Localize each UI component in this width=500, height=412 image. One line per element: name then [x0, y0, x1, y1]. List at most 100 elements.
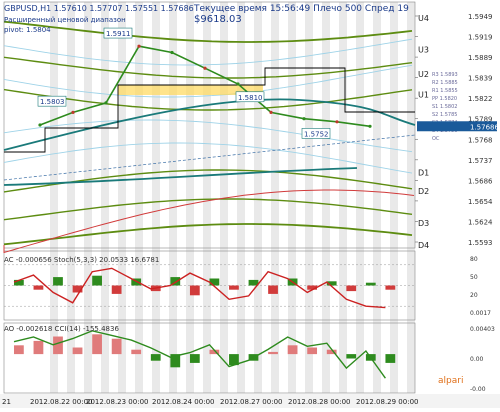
note-line-2: pivot: 1.5804	[4, 26, 51, 34]
annotation-label: 1.5803	[40, 98, 65, 106]
price-tick-label: 1.5822	[468, 95, 493, 103]
session-stripe	[356, 2, 364, 393]
price-tick-label: 1.5839	[468, 75, 493, 83]
pivot-label: OC	[432, 136, 440, 142]
ac-bar	[346, 285, 357, 292]
level-label: D1	[418, 168, 429, 177]
session-stripe	[407, 2, 415, 393]
session-stripe	[67, 2, 75, 393]
session-stripe	[288, 2, 296, 393]
ac-bar	[33, 285, 44, 290]
price-point	[236, 82, 240, 86]
ac-bar	[92, 275, 102, 286]
price-tick-label: 1.5593	[468, 239, 493, 247]
ao-bar	[268, 351, 278, 355]
ao-bar	[385, 354, 396, 363]
price-point	[137, 44, 141, 48]
ac-tick-label: 80	[470, 256, 478, 263]
x-tick-label: 2012.08.23 00:00	[86, 398, 148, 406]
ac-bar	[229, 285, 239, 290]
price-tick-label: 1.5949	[468, 13, 493, 21]
price-point	[203, 66, 207, 70]
session-stripe	[118, 2, 126, 393]
server-line: Текущее время 15:56:49 Плечо 500 Спред 1…	[193, 4, 409, 14]
chart-svg: 1.59491.59191.58891.58391.58221.57891.57…	[0, 0, 500, 408]
ao-tick-label: -0.00	[470, 386, 486, 393]
ao-bar	[53, 336, 63, 355]
level-label: U2	[418, 70, 429, 79]
level-label: U1	[418, 91, 429, 100]
price-tick-label: 1.5768	[468, 136, 493, 144]
x-axis: 21 2012.08.22 00:002012.08.23 00:00 2012.0…	[0, 394, 500, 408]
x-tick-label: 21	[2, 398, 11, 406]
pivot-label: R1 1.5855	[432, 88, 458, 94]
broker-logo: alpari	[438, 376, 463, 386]
price-tick-label: 1.5686	[468, 177, 493, 185]
pivot-label: S1 1.5802	[432, 104, 457, 110]
ao-bar	[189, 354, 200, 363]
pivot-label: PP 1.5820	[432, 96, 457, 102]
price-point	[269, 110, 273, 114]
level-label: D3	[418, 219, 429, 228]
ao-tick-label: 0.00	[470, 356, 484, 363]
ao-bar	[346, 354, 357, 359]
price-point	[368, 124, 372, 128]
price-point	[170, 50, 174, 55]
note-line-1: Расширенный ценовой диапазон	[4, 16, 126, 24]
ao-bar	[111, 338, 122, 355]
level-label: U4	[418, 14, 429, 23]
price-tick-label: 1.5919	[468, 34, 493, 42]
x-tick-label: 2012.08.22 00:00	[30, 398, 92, 406]
ao-bar	[14, 345, 24, 355]
session-stripe	[339, 2, 347, 393]
x-tick-label: 2012.08.28 00:00	[288, 398, 350, 406]
chart-window: 1.5949 1.5919 1.5889 1.5839 1.5822 1.5789 1.57…	[0, 0, 500, 408]
ao-tick-label: 0.00403	[470, 326, 495, 333]
ac-stoch-title: AC -0.000656 Stoch(5,3,3) 20.0533 16.678…	[4, 256, 159, 264]
ac-bar	[111, 285, 122, 294]
session-stripe	[169, 2, 177, 393]
ao-bar	[131, 349, 142, 355]
pivot-label: R3 1.5893	[432, 72, 458, 78]
ac-bar	[53, 277, 63, 286]
pivot-label: R2 1.5885	[432, 80, 458, 86]
ac-bar	[189, 285, 200, 296]
ac-bar	[268, 285, 278, 294]
annotation-label: 1.5810	[238, 94, 263, 102]
ao-bar	[72, 347, 83, 355]
ac-tick-label: 50	[470, 274, 478, 281]
annotation-label: 1.5911	[106, 30, 131, 38]
price-tick-label: 1.5624	[468, 218, 493, 226]
x-tick-label: 2012.08.29 00:00	[356, 398, 418, 406]
session-stripe	[390, 2, 398, 393]
x-tick-label: 2012.08.27 00:00	[220, 398, 282, 406]
ac-tick-label: 0.0017	[470, 310, 491, 317]
price-tick-label: 1.5889	[468, 54, 493, 62]
price-point	[302, 117, 306, 121]
ao-bar	[33, 340, 44, 355]
pivot-label: S2 1.5785	[432, 112, 457, 118]
ao-cci-title: AO -0.002618 CCI(14) -155.4836	[4, 325, 119, 333]
session-stripe	[254, 2, 262, 393]
price-tick-label: 1.5737	[468, 157, 493, 165]
session-stripe	[322, 2, 330, 393]
ao-bar	[92, 334, 102, 355]
session-stripe	[135, 2, 143, 393]
session-stripe	[152, 2, 160, 393]
annotation-label: 1.5752	[304, 130, 329, 138]
ao-bar	[150, 354, 161, 361]
current-price-label: 1.57686	[470, 123, 499, 131]
price-tick-label: 1.5654	[468, 198, 493, 206]
ac-bar	[365, 282, 376, 286]
level-label: D2	[418, 187, 429, 196]
session-stripe	[373, 2, 381, 393]
ac-bar	[209, 278, 220, 286]
session-stripe	[305, 2, 313, 393]
session-stripe	[237, 2, 245, 393]
price-point	[38, 123, 42, 127]
symbol-line: GBPUSD,H1 1.57610 1.57707 1.57551 1.5768…	[4, 4, 194, 13]
price-point	[71, 110, 75, 114]
session-stripe	[203, 2, 211, 393]
ac-bar	[385, 285, 396, 290]
balance: $9618.03	[194, 14, 242, 25]
